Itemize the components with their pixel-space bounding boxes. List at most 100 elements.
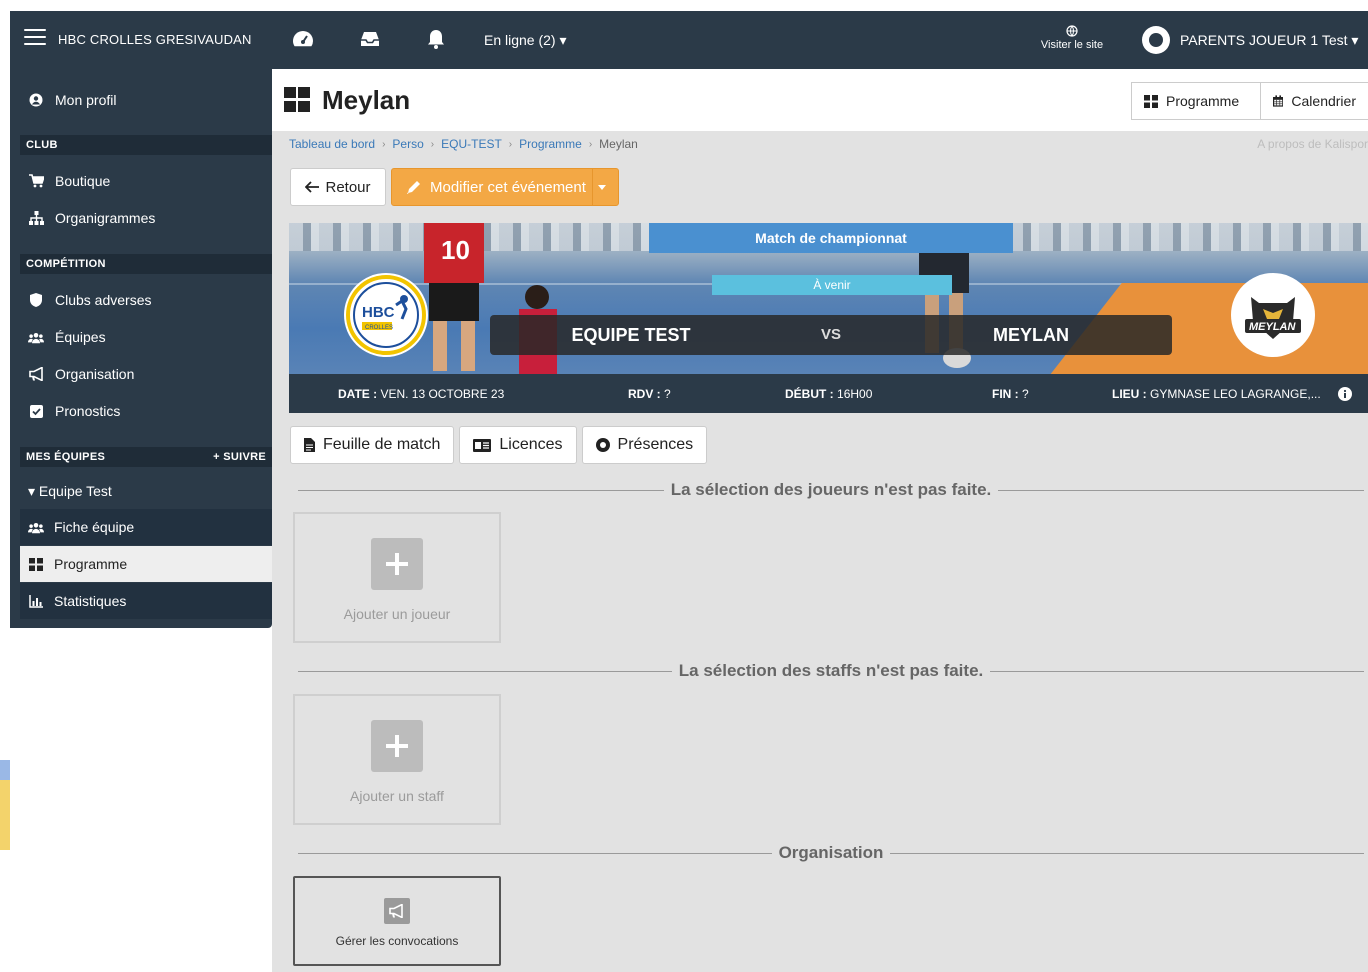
grid-icon xyxy=(28,556,44,572)
follow-team-button[interactable]: + SUIVRE xyxy=(213,451,266,463)
sidebar-section-my-teams: MES ÉQUIPES + SUIVRE xyxy=(20,447,272,467)
calendar-button[interactable]: Calendrier xyxy=(1260,82,1368,120)
cart-icon xyxy=(28,173,44,189)
sidebar-item-label: Mon profil xyxy=(55,92,117,108)
breadcrumb-link[interactable]: Programme xyxy=(519,137,582,151)
manage-convocations-label: Gérer les convocations xyxy=(335,934,459,948)
home-team-logo: HBC CROLLES xyxy=(344,273,428,357)
tab-match-sheet[interactable]: Feuille de match xyxy=(290,426,455,464)
info-label: DATE : xyxy=(338,387,378,401)
info-value: ? xyxy=(1022,387,1029,401)
sidebar: Mon profil CLUB Boutique Organigrammes C… xyxy=(10,69,272,628)
edit-event-button[interactable]: Modifier cet événement xyxy=(391,168,619,206)
top-navbar: HBC CROLLES GRESIVAUDAN En ligne (2) ▾ V… xyxy=(10,11,1368,69)
grid-icon xyxy=(284,87,310,112)
info-label: RDV : xyxy=(628,387,661,401)
info-value: GYMNASE LEO LAGRANGE,... xyxy=(1150,387,1321,401)
edit-dropdown-toggle[interactable] xyxy=(592,169,618,205)
sidebar-item-teams[interactable]: Équipes xyxy=(10,319,272,355)
bar-chart-icon xyxy=(28,593,44,609)
bell-icon[interactable] xyxy=(424,27,448,51)
sidebar-item-label: Fiche équipe xyxy=(54,519,135,535)
breadcrumb-separator: › xyxy=(508,138,513,150)
page-background xyxy=(0,0,10,972)
match-meeting-time: RDV : ? xyxy=(628,387,671,401)
add-staff-button[interactable]: Ajouter un staff xyxy=(293,694,501,825)
info-label: LIEU : xyxy=(1112,387,1147,401)
visit-site-link[interactable]: Visiter le site xyxy=(1032,25,1112,51)
background-strip xyxy=(0,760,10,782)
check-square-icon xyxy=(28,403,44,419)
inbox-icon[interactable] xyxy=(358,27,382,51)
breadcrumb-current: Meylan xyxy=(599,137,638,151)
file-icon xyxy=(304,438,315,452)
user-menu[interactable]: PARENTS JOUEUR 1 Test ▾ xyxy=(1142,26,1358,54)
manage-convocations-button[interactable]: Gérer les convocations xyxy=(293,876,501,966)
sidebar-section-club: CLUB xyxy=(20,135,272,155)
home-logo-subtext: CROLLES xyxy=(365,325,393,331)
main-content: Meylan Programme Calendrier Tableau de b… xyxy=(272,69,1368,972)
match-start-time: DÉBUT : 16H00 xyxy=(785,387,872,401)
match-end-time: FIN : ? xyxy=(992,387,1029,401)
sidebar-item-shop[interactable]: Boutique xyxy=(10,163,272,199)
page-title: Meylan xyxy=(322,85,411,115)
info-icon[interactable] xyxy=(1338,387,1352,401)
id-card-icon xyxy=(473,438,492,452)
info-label: FIN : xyxy=(992,387,1019,401)
players-section-divider: La sélection des joueurs n'est pas faite… xyxy=(298,480,1365,500)
sidebar-item-organisation[interactable]: Organisation xyxy=(10,356,272,392)
sidebar-item-org-charts[interactable]: Organigrammes xyxy=(10,200,272,236)
info-value: ? xyxy=(664,387,671,401)
team-name: ▾ Equipe Test xyxy=(28,482,112,499)
sidebar-item-programme[interactable]: Programme xyxy=(20,546,272,582)
match-status-badge: À venir xyxy=(712,275,952,295)
add-player-button[interactable]: Ajouter un joueur xyxy=(293,512,501,643)
section-title: MES ÉQUIPES xyxy=(26,451,106,463)
plus-icon xyxy=(371,720,423,772)
match-banner: 10 Match de championnat À venir EQUIPE T… xyxy=(289,223,1368,413)
breadcrumb-separator: › xyxy=(430,138,435,150)
bullhorn-icon xyxy=(28,366,44,382)
breadcrumb-link[interactable]: EQU-TEST xyxy=(441,137,502,151)
tab-licences[interactable]: Licences xyxy=(459,426,577,464)
sidebar-item-profile[interactable]: Mon profil xyxy=(10,82,272,118)
sidebar-item-label: Équipes xyxy=(55,329,106,345)
online-users-dropdown[interactable]: En ligne (2) ▾ xyxy=(484,32,567,49)
breadcrumb-separator: › xyxy=(588,138,593,150)
visit-site-label: Visiter le site xyxy=(1040,39,1104,51)
add-staff-label: Ajouter un staff xyxy=(350,788,444,804)
sidebar-item-team-sheet[interactable]: Fiche équipe xyxy=(20,509,272,545)
user-name: PARENTS JOUEUR 1 Test ▾ xyxy=(1180,31,1359,48)
about-link[interactable]: A propos de Kalispor xyxy=(1257,137,1368,151)
sidebar-item-statistics[interactable]: Statistiques xyxy=(20,583,272,619)
user-circle-icon xyxy=(28,92,44,108)
page-header: Meylan Programme Calendrier xyxy=(272,69,1368,131)
breadcrumb-separator: › xyxy=(382,138,386,150)
breadcrumb-link[interactable]: Perso xyxy=(392,137,423,151)
team-toggle[interactable]: ▾ Equipe Test xyxy=(10,473,272,509)
tab-attendance[interactable]: Présences xyxy=(581,426,708,464)
sidebar-item-label: Clubs adverses xyxy=(55,292,152,308)
sidebar-item-opponent-clubs[interactable]: Clubs adverses xyxy=(10,282,272,318)
tab-label: Présences xyxy=(617,436,694,453)
users-icon xyxy=(28,519,44,535)
dashboard-icon[interactable] xyxy=(291,27,315,51)
club-brand[interactable]: HBC CROLLES GRESIVAUDAN xyxy=(58,32,252,47)
section-title: CLUB xyxy=(26,139,58,151)
programme-button[interactable]: Programme xyxy=(1131,82,1261,120)
button-label: Modifier cet événement xyxy=(430,178,586,196)
staff-section-title: La sélection des staffs n'est pas faite. xyxy=(678,661,984,680)
back-button[interactable]: Retour xyxy=(290,168,386,206)
away-team-logo: MEYLAN xyxy=(1231,273,1315,357)
organisation-section-title: Organisation xyxy=(778,843,884,862)
sidebar-item-label: Statistiques xyxy=(54,593,127,609)
sitemap-icon xyxy=(28,210,44,226)
match-location: LIEU : GYMNASE LEO LAGRANGE,... xyxy=(1112,387,1321,401)
breadcrumb-link[interactable]: Tableau de bord xyxy=(289,137,375,151)
sidebar-item-predictions[interactable]: Pronostics xyxy=(10,393,272,429)
home-team-name: EQUIPE TEST xyxy=(571,325,691,345)
bullhorn-icon xyxy=(384,898,410,924)
away-team-name: MEYLAN xyxy=(993,325,1069,345)
menu-icon[interactable] xyxy=(24,29,46,47)
sidebar-item-label: Boutique xyxy=(55,173,111,189)
